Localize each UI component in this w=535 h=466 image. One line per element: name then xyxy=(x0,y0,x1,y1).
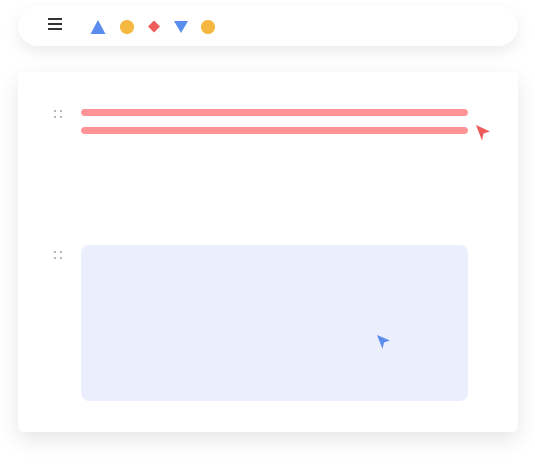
circle-shape xyxy=(120,20,134,34)
red-cursor-shape xyxy=(476,125,490,141)
text-line[interactable] xyxy=(81,109,468,116)
diamond-icon[interactable] xyxy=(146,19,162,35)
drag-handle-icon[interactable] xyxy=(53,250,63,260)
image-placeholder-block[interactable] xyxy=(81,245,468,401)
hamburger-menu-icon[interactable] xyxy=(48,18,62,32)
diamond-shape xyxy=(148,20,160,33)
triangle-down-shape xyxy=(174,21,188,33)
text-line[interactable] xyxy=(81,127,468,134)
circle-icon[interactable] xyxy=(200,19,216,35)
toolbar xyxy=(18,6,518,46)
red-pointer-cursor-icon xyxy=(475,124,491,142)
triangle-up-shape xyxy=(90,20,106,34)
triangle-down-icon[interactable] xyxy=(173,19,189,35)
circle-icon[interactable] xyxy=(119,19,135,35)
blue-pointer-cursor-icon xyxy=(376,334,392,352)
triangle-up-icon[interactable] xyxy=(90,19,106,35)
circle-shape xyxy=(201,20,215,34)
blue-cursor-shape xyxy=(377,335,390,349)
canvas-card xyxy=(18,72,518,432)
drag-handle-icon[interactable] xyxy=(53,109,63,119)
